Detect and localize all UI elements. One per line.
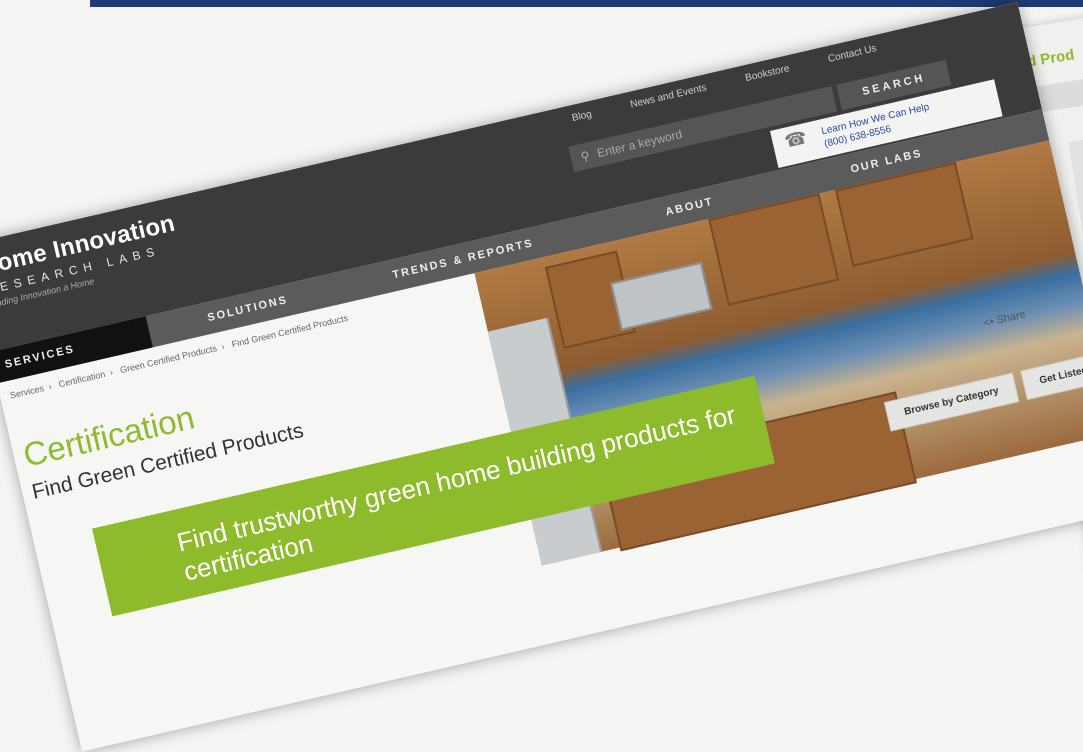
bookstore-link[interactable]: Bookstore — [744, 63, 790, 84]
web-page: Home Innovation RESEARCH LABS Finding In… — [0, 2, 1083, 752]
search-icon: ⚲ — [579, 148, 592, 164]
news-link[interactable]: News and Events — [629, 82, 707, 110]
background-page-title: d Prod — [1025, 46, 1076, 71]
top-border-bar — [90, 0, 1083, 7]
breadcrumb-services[interactable]: Services — [9, 383, 45, 401]
site-logo[interactable]: Home Innovation RESEARCH LABS Finding In… — [0, 210, 184, 310]
search-placeholder: Enter a keyword — [595, 127, 684, 161]
breadcrumb-certification[interactable]: Certification — [58, 369, 107, 389]
microwave-image — [610, 261, 713, 331]
contact-link[interactable]: Contact Us — [827, 43, 878, 65]
blog-link[interactable]: Blog — [571, 109, 593, 124]
phone-icon: ☎ — [782, 127, 809, 152]
